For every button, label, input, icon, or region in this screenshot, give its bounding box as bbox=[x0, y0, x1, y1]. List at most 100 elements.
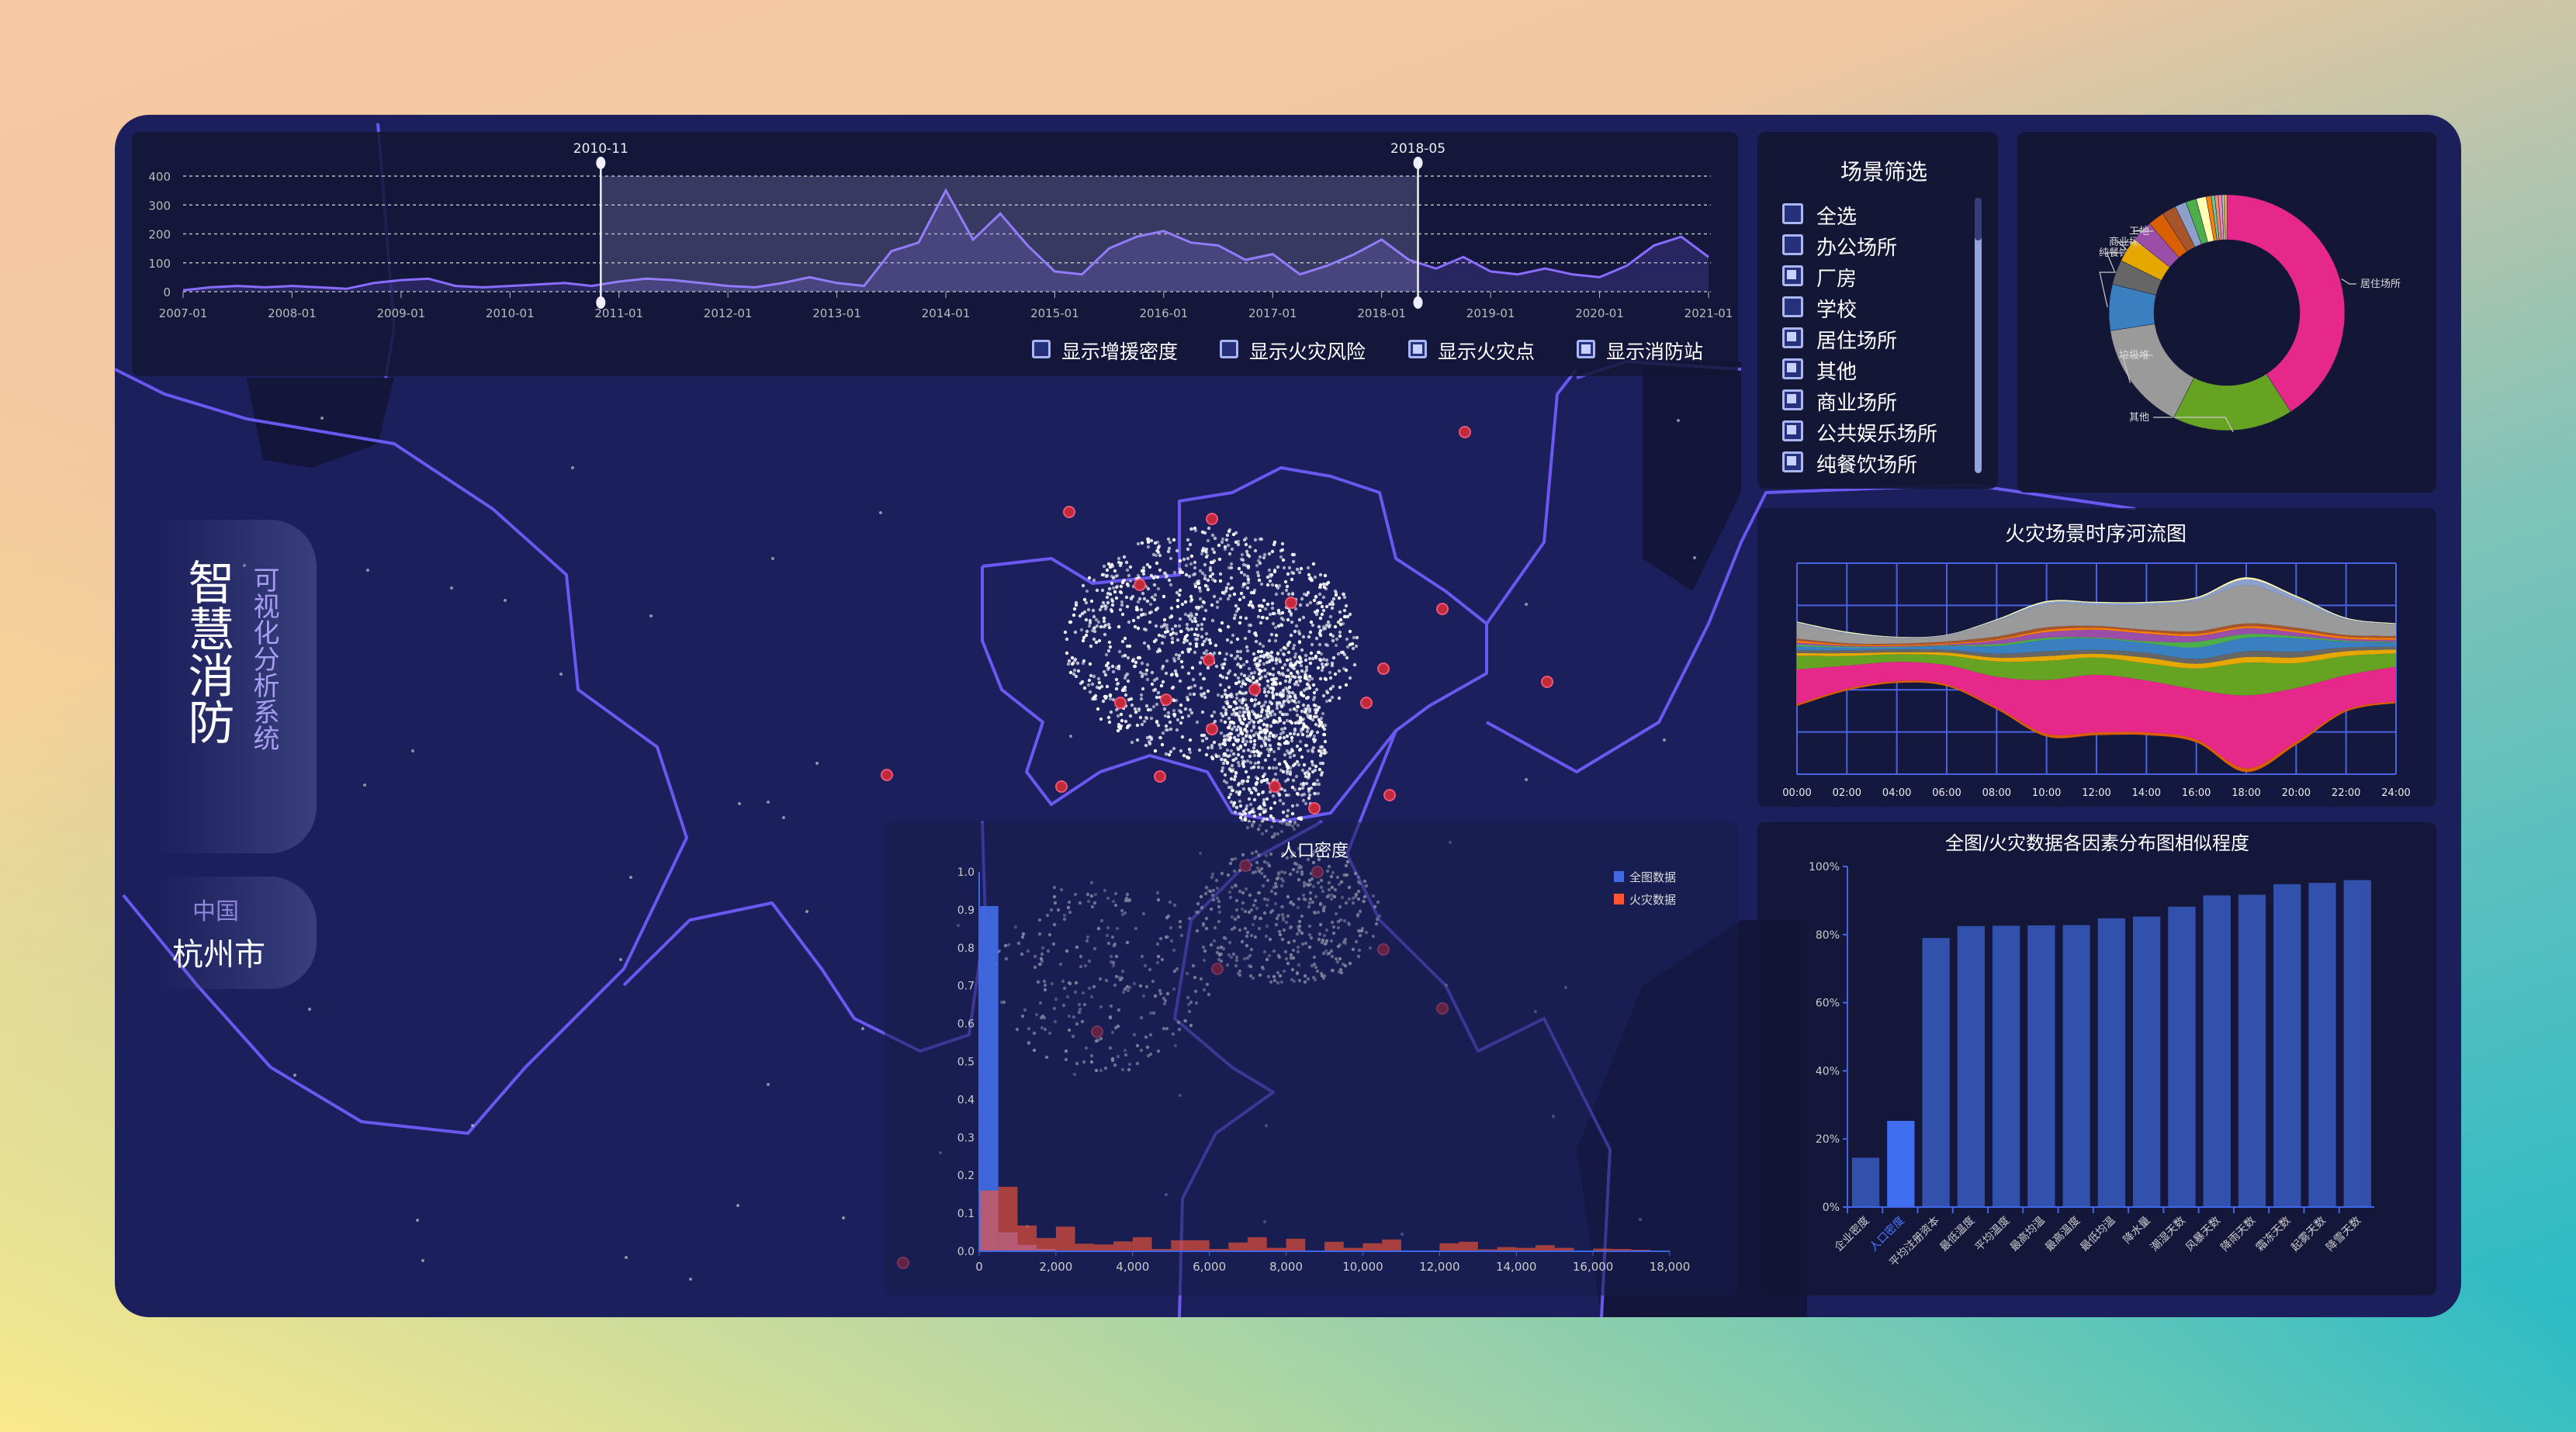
similarity-bar[interactable] bbox=[2273, 884, 2301, 1207]
histogram-bar[interactable] bbox=[998, 1186, 1018, 1251]
similarity-bar[interactable] bbox=[2343, 880, 2371, 1207]
histogram-bar[interactable] bbox=[1362, 1243, 1383, 1251]
similarity-bar[interactable] bbox=[2308, 883, 2336, 1207]
fire-point-marker[interactable] bbox=[1377, 662, 1390, 675]
histogram-bar[interactable] bbox=[1055, 1226, 1075, 1251]
fire-point-marker[interactable] bbox=[1114, 697, 1127, 709]
fire-point-marker[interactable] bbox=[1269, 780, 1281, 793]
toggle-checkbox[interactable] bbox=[1577, 340, 1595, 358]
similarity-bar[interactable] bbox=[2203, 895, 2231, 1207]
scene-pie-chart[interactable]: 居住场所其他垃圾堆轿车纯餐饮场所商业场所工地 bbox=[2017, 132, 2436, 493]
pie-slice[interactable] bbox=[2226, 194, 2346, 413]
fire-point-marker[interactable] bbox=[1436, 603, 1449, 615]
brush-end-handle[interactable] bbox=[1413, 157, 1423, 169]
population-dot bbox=[1262, 722, 1266, 727]
population-dot bbox=[1352, 662, 1357, 667]
toggle-checkbox[interactable] bbox=[1032, 340, 1051, 358]
population-dot bbox=[1270, 690, 1275, 695]
filter-checkbox[interactable] bbox=[1782, 234, 1803, 255]
histogram-bar[interactable] bbox=[979, 1190, 999, 1251]
population-dot bbox=[1090, 682, 1095, 687]
toggle-checkbox[interactable] bbox=[1408, 340, 1427, 358]
fire-point-marker[interactable] bbox=[1360, 697, 1373, 709]
population-dot bbox=[1248, 545, 1252, 549]
timeline-chart[interactable]: 0 100 200 300 400 2007-01 2008-01 2009-01 2010-0… bbox=[132, 132, 1738, 334]
population-dot bbox=[1210, 533, 1215, 538]
similarity-bar[interactable] bbox=[2062, 925, 2090, 1207]
filter-checkbox[interactable] bbox=[1782, 296, 1803, 317]
similarity-bar[interactable] bbox=[1922, 938, 1950, 1207]
toggle-checkbox[interactable] bbox=[1220, 340, 1238, 358]
histogram-bar[interactable] bbox=[1113, 1241, 1133, 1251]
histogram-bar[interactable] bbox=[1037, 1237, 1056, 1251]
population-dot bbox=[1187, 747, 1192, 752]
location-panel[interactable]: 中国 杭州市 bbox=[155, 877, 317, 989]
density-histogram[interactable]: 人口密度 0.0 0.1 0.2 0.3 0.4 0.5 0.6 0.7 0.8 0.9 1.0 0 2,… bbox=[885, 822, 1738, 1295]
filter-checkbox[interactable] bbox=[1782, 265, 1803, 286]
population-dot bbox=[1262, 716, 1267, 721]
filter-checkbox[interactable] bbox=[1782, 389, 1803, 410]
histogram-bar[interactable] bbox=[1382, 1239, 1401, 1251]
similarity-bar[interactable] bbox=[1992, 925, 2020, 1207]
histogram-bar[interactable] bbox=[1248, 1237, 1267, 1251]
histogram-bar[interactable] bbox=[1439, 1243, 1459, 1251]
fire-point-marker[interactable] bbox=[1459, 426, 1471, 438]
fire-point-marker[interactable] bbox=[1541, 676, 1553, 688]
filter-checkbox[interactable] bbox=[1782, 420, 1803, 441]
population-dot bbox=[1206, 745, 1210, 750]
brush-start-handle[interactable] bbox=[596, 157, 606, 169]
histogram-bar[interactable] bbox=[1075, 1243, 1095, 1251]
fire-point-marker[interactable] bbox=[1383, 789, 1396, 801]
similarity-bar[interactable] bbox=[1851, 1157, 1880, 1207]
fire-point-marker[interactable] bbox=[1285, 597, 1297, 609]
population-dot bbox=[1292, 732, 1297, 736]
fire-point-marker[interactable] bbox=[1055, 780, 1068, 793]
filter-checkbox[interactable] bbox=[1782, 358, 1803, 379]
histogram-bar[interactable] bbox=[1171, 1240, 1190, 1251]
similarity-bar[interactable] bbox=[2027, 925, 2055, 1207]
histogram-bar[interactable] bbox=[1017, 1225, 1037, 1251]
scrollbar-thumb[interactable] bbox=[1975, 198, 1982, 240]
fire-point-marker[interactable] bbox=[1206, 723, 1218, 735]
histogram-bar[interactable] bbox=[1094, 1244, 1114, 1251]
filter-checkbox[interactable] bbox=[1782, 451, 1803, 472]
brush-selection[interactable] bbox=[601, 176, 1418, 292]
fire-point-marker[interactable] bbox=[1160, 694, 1172, 706]
fire-point-marker[interactable] bbox=[1134, 579, 1146, 591]
similarity-bar-chart[interactable]: 全图/火灾数据各因素分布图相似程度0%20%40%60%80%100%企业密度人… bbox=[1757, 822, 2436, 1295]
fire-point-marker[interactable] bbox=[1248, 683, 1261, 696]
filter-checkbox[interactable] bbox=[1782, 203, 1803, 224]
population-dot bbox=[1316, 666, 1321, 670]
histogram-bar[interactable] bbox=[1132, 1237, 1152, 1251]
fire-point-marker[interactable] bbox=[1206, 513, 1218, 525]
histogram-bar[interactable] bbox=[1228, 1242, 1248, 1251]
fire-point-marker[interactable] bbox=[1203, 654, 1215, 666]
histogram-bar[interactable] bbox=[1189, 1240, 1210, 1251]
population-dot bbox=[1262, 555, 1266, 560]
similarity-bar[interactable] bbox=[2238, 894, 2266, 1207]
stream-chart[interactable]: 火灾场景时序河流图 00:00 02:00 04:00 06:00 08:00 10:00 1… bbox=[1757, 508, 2436, 807]
fire-point-marker[interactable] bbox=[881, 769, 893, 781]
population-dot bbox=[1289, 611, 1293, 616]
fire-point-marker[interactable] bbox=[1154, 770, 1166, 783]
brush-end-handle[interactable] bbox=[1413, 296, 1423, 309]
population-dot bbox=[1255, 713, 1260, 718]
fire-point-marker[interactable] bbox=[1063, 506, 1075, 518]
fire-point-marker[interactable] bbox=[1308, 802, 1321, 815]
similarity-bar[interactable] bbox=[2133, 916, 2161, 1207]
similarity-bar[interactable] bbox=[1887, 1120, 1915, 1207]
brush-start-handle[interactable] bbox=[596, 296, 606, 309]
similarity-bar[interactable] bbox=[2168, 906, 2196, 1207]
population-dot bbox=[1309, 620, 1314, 624]
similarity-bar[interactable] bbox=[1957, 925, 1985, 1207]
histogram-bar[interactable] bbox=[1324, 1241, 1344, 1251]
histogram-bar[interactable] bbox=[1459, 1241, 1478, 1251]
filter-checkbox[interactable] bbox=[1782, 327, 1803, 348]
population-dot bbox=[1250, 698, 1255, 703]
filter-scrollbar[interactable] bbox=[1975, 198, 1982, 473]
histogram-bar[interactable] bbox=[1535, 1245, 1555, 1251]
histogram-bar[interactable] bbox=[1286, 1238, 1306, 1251]
population-dot bbox=[1069, 735, 1072, 738]
similarity-bar[interactable] bbox=[2097, 918, 2126, 1207]
population-dot bbox=[1148, 611, 1152, 615]
